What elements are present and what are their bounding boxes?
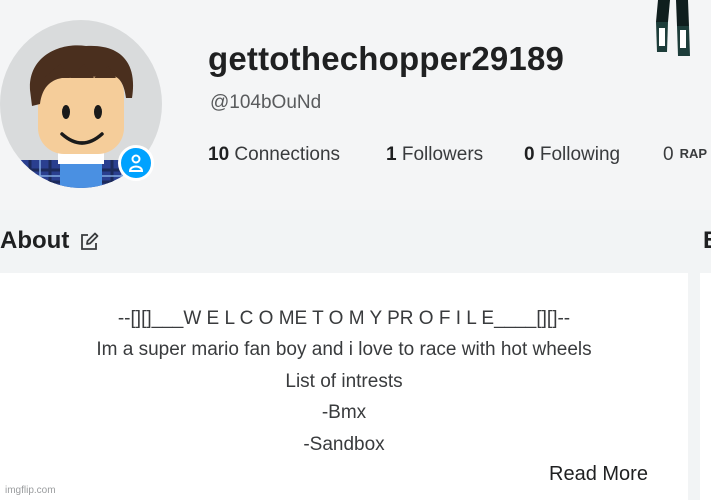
person-icon	[118, 145, 154, 181]
connections-link[interactable]: 10 Connections	[208, 144, 340, 166]
followers-label: Followers	[401, 144, 484, 165]
followers-link[interactable]: 1 Followers	[386, 144, 483, 166]
followers-count: 1	[386, 144, 397, 165]
following-label: Following	[539, 144, 621, 165]
read-more-link[interactable]: Read More	[549, 463, 648, 486]
following-count: 0	[524, 144, 535, 165]
connections-count: 10	[208, 144, 230, 165]
about-title: About	[0, 227, 70, 254]
connections-label: Connections	[234, 144, 341, 165]
about-line: Im a super mario fan boy and i love to r…	[96, 339, 592, 361]
decorative-figure-image	[656, 0, 690, 56]
rap-count: 0	[663, 144, 674, 165]
about-line: -Bmx	[321, 402, 367, 424]
right-section-card	[700, 273, 711, 500]
edit-icon[interactable]	[80, 232, 99, 256]
about-line: List of intrests	[285, 370, 403, 392]
right-section-title: B	[703, 227, 711, 255]
following-link[interactable]: 0 Following	[524, 144, 620, 166]
rap-label: RAP	[679, 146, 708, 161]
rap-stat: 0 RAP	[663, 144, 707, 166]
watermark: imgflip.com	[5, 485, 56, 496]
about-line: --[][]___W E L C O ME T O M Y PR O F I L…	[117, 308, 571, 329]
profile-username: gettothechopper29189	[208, 40, 565, 77]
profile-handle: @104bOuNd	[210, 92, 322, 113]
about-line: -Sandbox	[303, 433, 385, 455]
about-description: --[][]___W E L C O ME T O M Y PR O F I L…	[0, 306, 688, 463]
